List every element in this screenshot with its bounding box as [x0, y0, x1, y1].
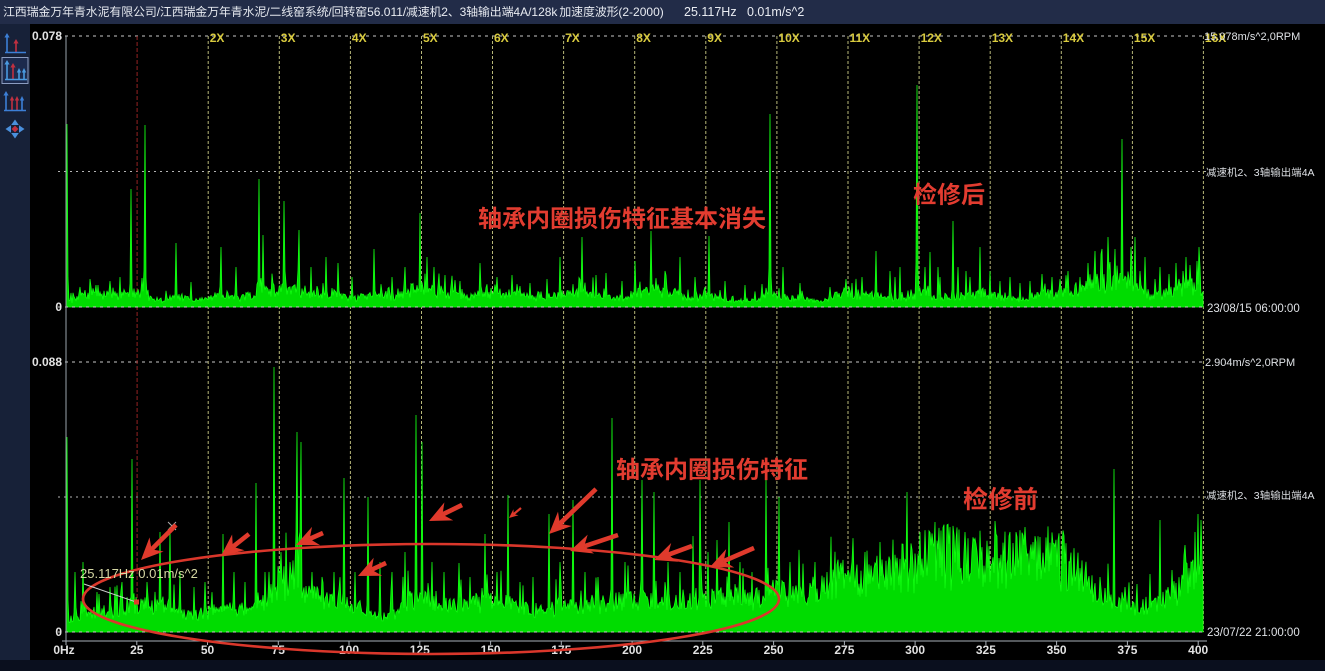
svg-text:5X: 5X [423, 31, 438, 45]
svg-text:0.01m/s^2: 0.01m/s^2 [747, 5, 804, 19]
svg-text:4X: 4X [352, 31, 367, 45]
svg-text:0.088: 0.088 [32, 355, 62, 369]
svg-text:2: 2 [1238, 490, 1244, 502]
svg-text:8X: 8X [636, 31, 651, 45]
svg-text:2: 2 [441, 5, 448, 19]
svg-text:3: 3 [1254, 167, 1260, 179]
svg-text:15X: 15X [1134, 31, 1155, 45]
svg-text:225: 225 [693, 643, 713, 657]
svg-text:3: 3 [1254, 490, 1260, 502]
svg-text:400: 400 [1188, 643, 1208, 657]
svg-text:0: 0 [55, 625, 62, 639]
svg-text:25: 25 [130, 643, 144, 657]
svg-text:325: 325 [976, 643, 996, 657]
svg-text:23/08/15 06:00:00: 23/08/15 06:00:00 [1207, 303, 1300, 315]
svg-text:23/07/22 21:00:00: 23/07/22 21:00:00 [1207, 627, 1300, 639]
svg-text:13X: 13X [992, 31, 1013, 45]
svg-text:4A/128k: 4A/128k [513, 5, 558, 19]
svg-text:50: 50 [201, 643, 215, 657]
svg-text:14X: 14X [1063, 31, 1084, 45]
svg-text:4A: 4A [1302, 167, 1315, 179]
svg-text:300: 300 [905, 643, 925, 657]
svg-text:0Hz: 0Hz [53, 643, 74, 657]
svg-text:15.078m/s^2,0RPM: 15.078m/s^2,0RPM [1204, 31, 1300, 43]
svg-text:25.117Hz: 25.117Hz [684, 5, 737, 19]
svg-text:375: 375 [1117, 643, 1137, 657]
svg-text:7X: 7X [565, 31, 580, 45]
svg-text:0: 0 [55, 300, 62, 314]
svg-text:10X: 10X [778, 31, 799, 45]
svg-text:3: 3 [460, 5, 467, 19]
svg-text:2X: 2X [210, 31, 225, 45]
svg-text:25.117Hz 0.01m/s^2: 25.117Hz 0.01m/s^2 [80, 566, 198, 581]
svg-text:6X: 6X [494, 31, 509, 45]
svg-text:12X: 12X [921, 31, 942, 45]
svg-text:56.011/: 56.011/ [367, 5, 407, 19]
svg-text:11X: 11X [850, 31, 871, 45]
svg-text:0.078: 0.078 [32, 29, 62, 43]
svg-text:(2-2000): (2-2000) [618, 5, 663, 19]
svg-text:250: 250 [764, 643, 784, 657]
svg-text:150: 150 [481, 643, 501, 657]
svg-text:2.904m/s^2,0RPM: 2.904m/s^2,0RPM [1205, 357, 1295, 369]
svg-text:100: 100 [339, 643, 359, 657]
svg-text:9X: 9X [707, 31, 722, 45]
svg-text:3X: 3X [281, 31, 296, 45]
svg-text:275: 275 [834, 643, 854, 657]
svg-text:2: 2 [1238, 167, 1244, 179]
svg-text:4A: 4A [1302, 490, 1315, 502]
svg-text:350: 350 [1047, 643, 1067, 657]
